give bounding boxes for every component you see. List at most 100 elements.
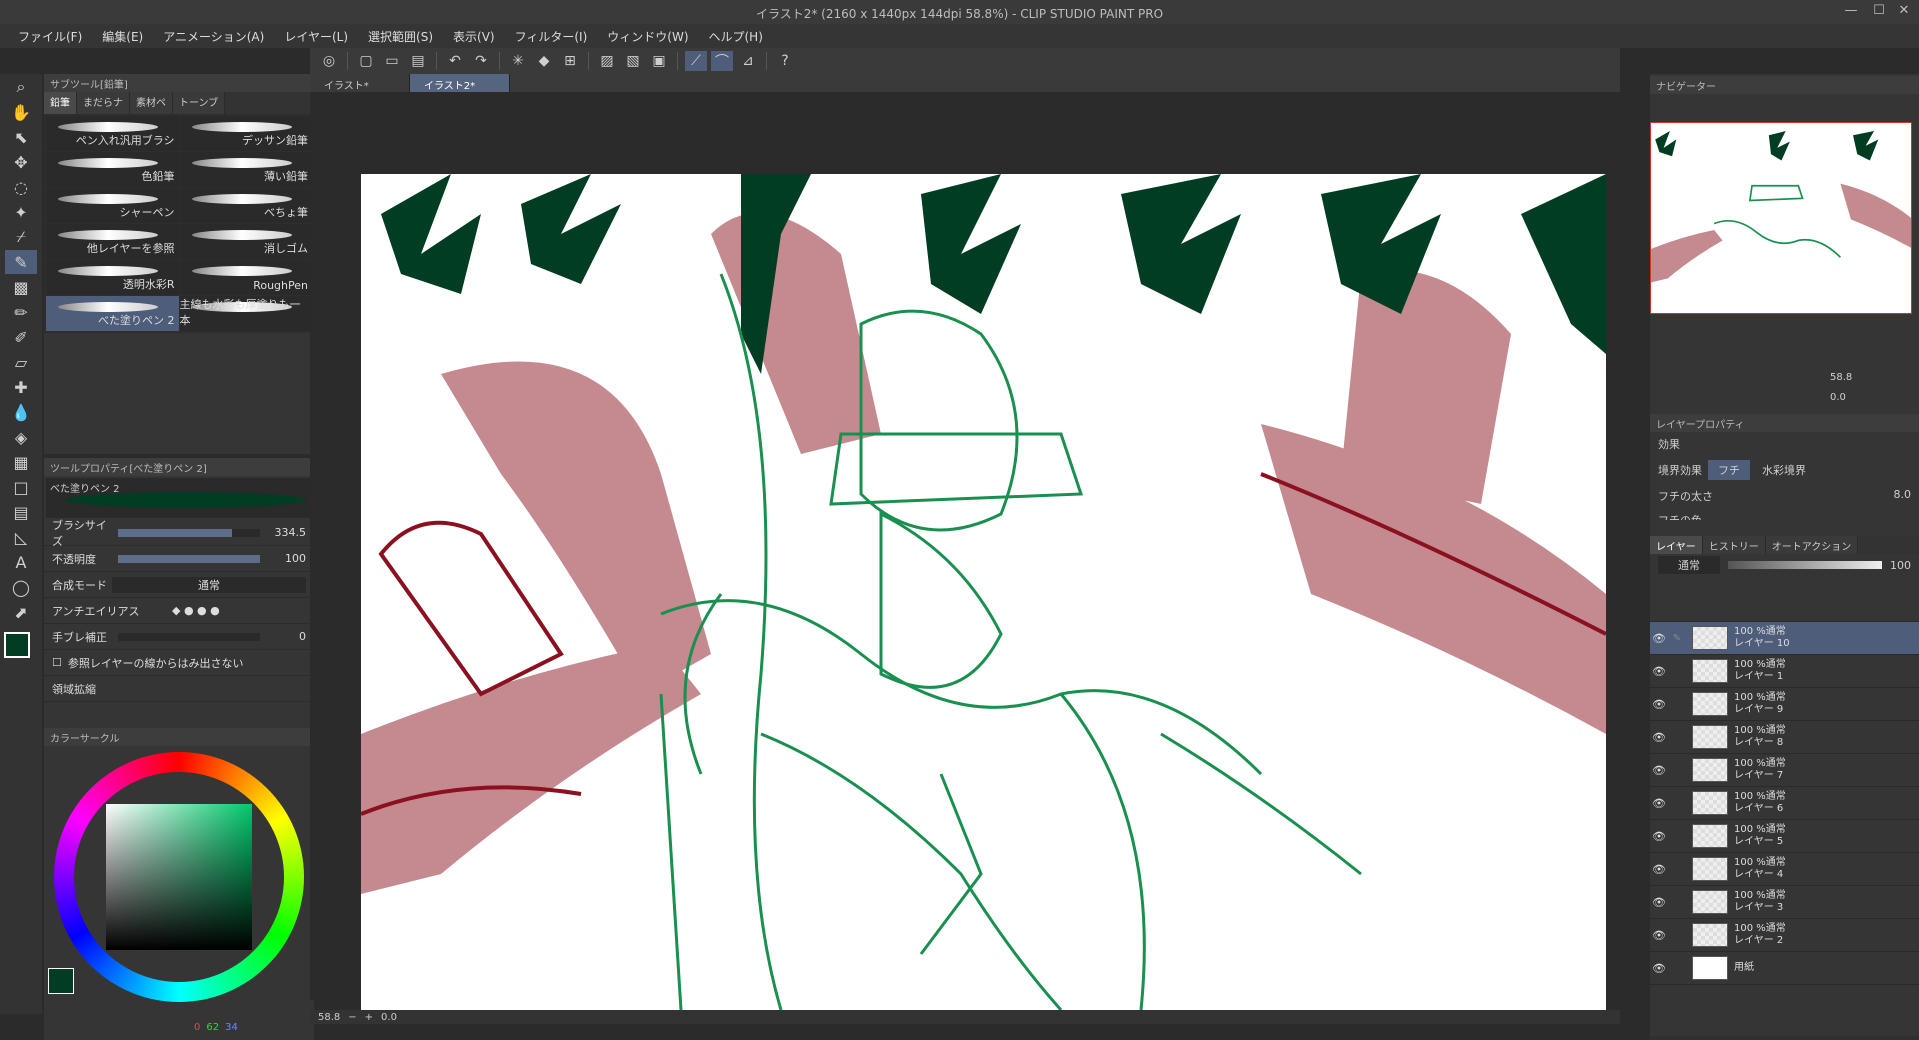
menu-layer[interactable]: レイヤー(L) xyxy=(274,28,358,45)
opacity-row[interactable]: 不透明度 100 xyxy=(44,546,314,572)
menu-selection[interactable]: 選択範囲(S) xyxy=(358,28,443,45)
help-icon[interactable]: ? xyxy=(774,51,796,71)
stabilization-row[interactable]: 手ブレ補正 0 xyxy=(44,624,314,650)
navigator-preview[interactable] xyxy=(1650,122,1912,314)
brush-item[interactable]: 透明水彩R xyxy=(46,260,179,295)
edge-thickness-row[interactable]: フチの太さ 8.0 xyxy=(1650,484,1919,508)
menu-file[interactable]: ファイル(F) xyxy=(8,28,92,45)
transform-icon[interactable]: ⊞ xyxy=(559,51,581,71)
save-icon[interactable]: ▤ xyxy=(407,51,429,71)
correct-line-icon[interactable]: ⬈ xyxy=(5,600,37,624)
ruler-icon[interactable]: ◺ xyxy=(5,525,37,549)
eye-icon[interactable]: 👁 xyxy=(1650,698,1668,711)
eye-icon[interactable]: 👁 xyxy=(1650,632,1668,645)
layer-row[interactable]: 👁 100 %通常 レイヤー 8 xyxy=(1650,721,1919,754)
menu-window[interactable]: ウィンドウ(W) xyxy=(597,28,698,45)
brush-item[interactable]: 色鉛筆 xyxy=(46,152,179,187)
menu-help[interactable]: ヘルプ(H) xyxy=(699,28,773,45)
redo-icon[interactable]: ↷ xyxy=(470,51,492,71)
canvas[interactable] xyxy=(361,174,1606,1010)
eyedropper-icon[interactable]: ⌿ xyxy=(5,225,37,249)
menu-filter[interactable]: フィルター(I) xyxy=(505,28,598,45)
eye-icon[interactable]: 👁 xyxy=(1650,962,1668,975)
menu-edit[interactable]: 編集(E) xyxy=(92,28,153,45)
layer-row[interactable]: 👁 100 %通常 レイヤー 9 xyxy=(1650,688,1919,721)
brush-item[interactable]: ペン入れ汎用ブラシ xyxy=(46,116,179,151)
brush-item[interactable]: 薄い鉛筆 xyxy=(179,152,312,187)
layer-row[interactable]: 👁 100 %通常 レイヤー 2 xyxy=(1650,919,1919,952)
frame-icon[interactable]: ▤ xyxy=(5,500,37,524)
hue-ring[interactable] xyxy=(54,752,304,1002)
zoom-out-icon[interactable]: − xyxy=(348,1012,356,1023)
eye-icon[interactable]: 👁 xyxy=(1650,929,1668,942)
zoom-in-icon[interactable]: + xyxy=(365,1012,373,1023)
selection-border-icon[interactable]: ▣ xyxy=(648,51,670,71)
tab-tone[interactable]: トーンブ xyxy=(173,92,226,114)
layer-row[interactable]: 👁 用紙 xyxy=(1650,952,1919,985)
brush-item[interactable]: シャーペン xyxy=(46,188,179,223)
brush-item[interactable]: べちょ筆 xyxy=(179,188,312,223)
zoom-tool-icon[interactable]: ⌕ xyxy=(5,75,37,99)
nav-zoom[interactable]: 58.8 xyxy=(1830,372,1852,383)
brush-item[interactable]: べた塗りペン 2 xyxy=(46,296,179,331)
antialias-row[interactable]: アンチエイリアス ◆ ● ● ● xyxy=(44,598,314,624)
eye-icon[interactable]: 👁 xyxy=(1650,797,1668,810)
brush-item[interactable]: 主線も水彩も厚塗りも一本 xyxy=(179,296,312,331)
menu-animation[interactable]: アニメーション(A) xyxy=(153,28,274,45)
angle-readout[interactable]: 0.0 xyxy=(381,1012,397,1023)
tab-layers[interactable]: レイヤー xyxy=(1650,536,1703,554)
balloon-icon[interactable]: ◯ xyxy=(5,575,37,599)
layer-row[interactable]: 👁 100 %通常 レイヤー 3 xyxy=(1650,886,1919,919)
clear-icon[interactable]: ✳ xyxy=(507,51,529,71)
brush-item[interactable]: 他レイヤーを参照 xyxy=(46,224,179,259)
tab-pencil[interactable]: 鉛筆 xyxy=(44,92,77,114)
minimize-button[interactable]: — xyxy=(1836,3,1866,18)
eye-icon[interactable]: 👁 xyxy=(1650,896,1668,909)
layer-row[interactable]: 👁 100 %通常 レイヤー 7 xyxy=(1650,754,1919,787)
tab-autoaction[interactable]: オートアクション xyxy=(1765,536,1859,554)
undo-icon[interactable]: ↶ xyxy=(444,51,466,71)
fuchi-button[interactable]: フチ xyxy=(1708,460,1750,480)
selection-invert-icon[interactable]: ▧ xyxy=(622,51,644,71)
saturation-square[interactable] xyxy=(106,804,252,950)
tab-illust2[interactable]: イラスト2* xyxy=(410,74,510,94)
tab-madara[interactable]: まだらナ xyxy=(77,92,130,114)
new-file-icon[interactable]: ▢ xyxy=(355,51,377,71)
snap-ruler-icon[interactable]: ⟋ xyxy=(685,51,707,71)
layer-blend-select[interactable]: 通常 xyxy=(1658,556,1720,574)
selection-off-icon[interactable]: ▨ xyxy=(596,51,618,71)
brush-tool-icon[interactable]: ✐ xyxy=(5,325,37,349)
magic-wand-icon[interactable]: ✦ xyxy=(5,200,37,224)
brush-item[interactable]: デッサン鉛筆 xyxy=(179,116,312,151)
move-tool-icon[interactable]: ✥ xyxy=(5,150,37,174)
layer-row[interactable]: 👁 ✎ 100 %通常 レイヤー 10 xyxy=(1650,622,1919,655)
blend-tool-icon[interactable]: 💧 xyxy=(5,400,37,424)
menu-view[interactable]: 表示(V) xyxy=(443,28,505,45)
layer-row[interactable]: 👁 100 %通常 レイヤー 6 xyxy=(1650,787,1919,820)
layer-opacity-slider[interactable] xyxy=(1728,561,1882,569)
open-folder-icon[interactable]: ▭ xyxy=(381,51,403,71)
eye-icon[interactable]: 👁 xyxy=(1650,764,1668,777)
layer-row[interactable]: 👁 100 %通常 レイヤー 5 xyxy=(1650,820,1919,853)
snap-special-icon[interactable]: ⌒ xyxy=(711,51,733,71)
main-color-swatch[interactable] xyxy=(4,632,30,658)
layer-row[interactable]: 👁 100 %通常 レイヤー 4 xyxy=(1650,853,1919,886)
eye-icon[interactable]: 👁 xyxy=(1650,863,1668,876)
reference-checkbox[interactable]: ☐ 参照レイヤーの線からはみ出さない xyxy=(44,650,314,676)
current-color-swatch[interactable] xyxy=(48,968,74,994)
eye-icon[interactable]: 👁 xyxy=(1650,665,1668,678)
brush-item[interactable]: RoughPen xyxy=(179,260,312,295)
tab-material[interactable]: 素材ペ xyxy=(130,92,173,114)
close-button[interactable]: ✕ xyxy=(1889,3,1919,18)
eye-icon[interactable]: 👁 xyxy=(1650,830,1668,843)
text-tool-icon[interactable]: A xyxy=(5,550,37,574)
tab-history[interactable]: ヒストリー xyxy=(1702,536,1766,554)
gradient-icon[interactable]: ▦ xyxy=(5,450,37,474)
screentone-icon[interactable]: ▩ xyxy=(5,275,37,299)
tab-illust1[interactable]: イラスト* xyxy=(310,74,410,94)
decoration-icon[interactable]: ✚ xyxy=(5,375,37,399)
nav-angle[interactable]: 0.0 xyxy=(1830,392,1846,403)
watercolor-button[interactable]: 水彩境界 xyxy=(1756,460,1812,480)
blend-mode-row[interactable]: 合成モード 通常 xyxy=(44,572,314,598)
layer-opacity-value[interactable]: 100 xyxy=(1890,559,1911,572)
